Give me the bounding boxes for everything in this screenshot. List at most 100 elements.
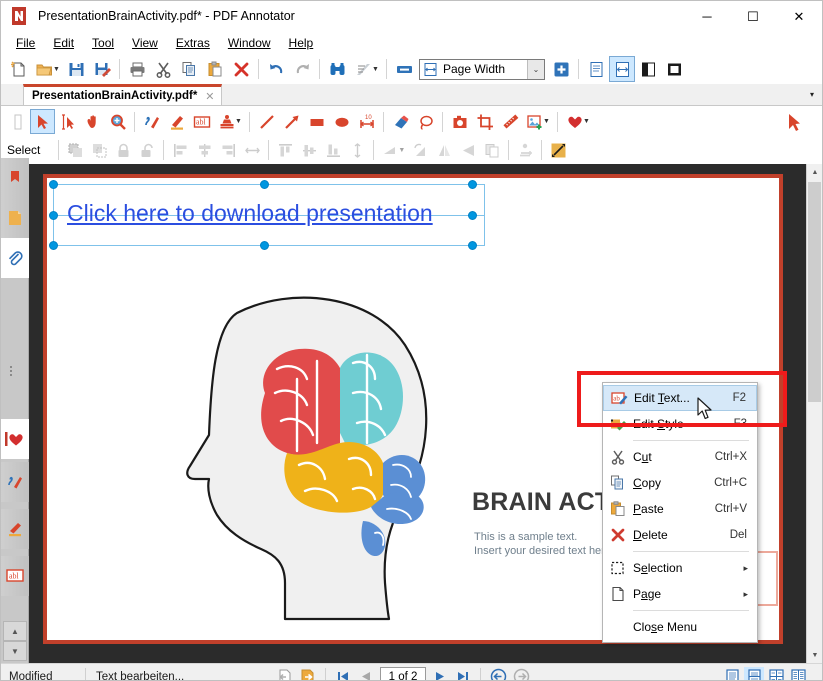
sidebar-tab-textbox[interactable]: abl xyxy=(1,556,29,596)
distribute-horizontal-icon[interactable] xyxy=(240,139,264,162)
context-menu[interactable]: ab Edit Text... F2 xyxy=(602,382,758,643)
flip-rotate-icon[interactable] xyxy=(408,139,432,162)
sidebar-tab-pen[interactable] xyxy=(1,462,29,502)
context-menu-item-copy[interactable]: Copy Ctrl+C xyxy=(603,470,757,496)
view-continuous-icon[interactable] xyxy=(722,667,742,681)
redo-icon[interactable] xyxy=(289,56,315,82)
last-page-icon[interactable] xyxy=(451,667,474,681)
minimize-button[interactable]: ─ xyxy=(684,1,730,32)
align-left-icon[interactable] xyxy=(168,139,192,162)
sidebar-tab-pages[interactable] xyxy=(1,198,29,238)
text-box-tool[interactable]: abl xyxy=(189,109,214,134)
maximize-button[interactable]: ☐ xyxy=(730,1,776,32)
view-grid-icon[interactable] xyxy=(788,667,808,681)
menu-help[interactable]: Help xyxy=(280,33,323,53)
align-middle-vertical-icon[interactable] xyxy=(297,139,321,162)
favorites-heart-tool[interactable] xyxy=(562,109,587,134)
undo-icon[interactable] xyxy=(263,56,289,82)
delete-x-icon[interactable] xyxy=(228,56,254,82)
scrollbar-thumb[interactable] xyxy=(808,182,821,402)
presentation-view-icon[interactable] xyxy=(661,56,687,82)
context-menu-item-cut[interactable]: Cut Ctrl+X xyxy=(603,444,757,470)
hand-pan-tool[interactable] xyxy=(80,109,105,134)
canvas-vertical-scrollbar[interactable]: ▲ ▼ xyxy=(806,164,822,663)
sidebar-tab-attachments[interactable] xyxy=(1,238,29,278)
overflow-arrow-icon[interactable] xyxy=(781,109,806,134)
align-top-icon[interactable] xyxy=(273,139,297,162)
view-facing-icon[interactable] xyxy=(766,667,786,681)
insert-image-tool[interactable] xyxy=(522,109,547,134)
zoom-out-icon[interactable] xyxy=(391,56,417,82)
scroll-up-arrow-icon[interactable]: ▲ xyxy=(807,164,823,180)
context-menu-item-page[interactable]: Page ▸ xyxy=(603,581,757,607)
select-arrow-tool[interactable] xyxy=(30,109,55,134)
line-tool[interactable] xyxy=(254,109,279,134)
menu-window[interactable]: Window xyxy=(219,33,280,53)
document-canvas[interactable]: Click here to download presentation xyxy=(29,164,806,663)
align-right-icon[interactable] xyxy=(216,139,240,162)
sidebar-tab-highlighter[interactable] xyxy=(1,509,29,549)
pen-freehand-tool[interactable] xyxy=(139,109,164,134)
full-screen-view-icon[interactable] xyxy=(635,56,661,82)
flip-vertical-icon[interactable] xyxy=(456,139,480,162)
sidebar-scroll-up-button[interactable]: ▲ xyxy=(3,621,27,641)
open-folder-icon[interactable] xyxy=(31,56,57,82)
context-menu-item-selection[interactable]: Selection ▸ xyxy=(603,555,757,581)
sidebar-tab-bookmarks[interactable] xyxy=(1,158,29,198)
snapshot-camera-tool[interactable] xyxy=(447,109,472,134)
zoom-in-plus-icon[interactable] xyxy=(548,56,574,82)
next-page-icon[interactable] xyxy=(428,667,451,681)
rectangle-tool[interactable] xyxy=(304,109,329,134)
fit-width-view-icon[interactable] xyxy=(609,56,635,82)
context-menu-item-delete[interactable]: Delete Del xyxy=(603,522,757,548)
menu-file[interactable]: File xyxy=(7,33,44,53)
sidebar-scroll-down-button[interactable]: ▼ xyxy=(3,641,27,661)
page-number-field[interactable]: 1 of 2 xyxy=(380,667,426,681)
group-icon[interactable] xyxy=(513,139,537,162)
menu-extras[interactable]: Extras xyxy=(167,33,219,53)
zoom-level-combobox[interactable]: Page Width ⌄ xyxy=(419,59,545,80)
single-page-view-icon[interactable] xyxy=(583,56,609,82)
align-center-horizontal-icon[interactable] xyxy=(192,139,216,162)
previous-page-icon[interactable] xyxy=(355,667,378,681)
context-menu-item-edit-style[interactable]: Edit Style F3 xyxy=(603,411,757,437)
sidebar-grip-handle[interactable] xyxy=(10,364,20,378)
stamp-tool[interactable] xyxy=(214,109,239,134)
crop-tool[interactable] xyxy=(472,109,497,134)
align-bottom-icon[interactable] xyxy=(321,139,345,162)
document-tab-close-icon[interactable]: ✕ xyxy=(205,90,214,103)
context-menu-item-paste[interactable]: Paste Ctrl+V xyxy=(603,496,757,522)
flip-horizontal-icon[interactable] xyxy=(432,139,456,162)
eraser-tool[interactable] xyxy=(388,109,413,134)
context-menu-item-close-menu[interactable]: Close Menu xyxy=(603,614,757,640)
hyperlink-text[interactable]: Click here to download presentation xyxy=(67,200,433,227)
ruler-tool[interactable] xyxy=(497,109,522,134)
cut-scissors-icon[interactable] xyxy=(150,56,176,82)
menu-view[interactable]: View xyxy=(123,33,167,53)
sidebar-tab-favorites[interactable] xyxy=(1,419,29,459)
lock-icon[interactable] xyxy=(111,139,135,162)
magnifier-zoom-tool[interactable] xyxy=(105,109,130,134)
measure-tool[interactable]: 10 xyxy=(354,109,379,134)
paste-icon[interactable] xyxy=(202,56,228,82)
save-as-icon[interactable] xyxy=(89,56,115,82)
new-document-icon[interactable] xyxy=(5,56,31,82)
save-icon[interactable] xyxy=(63,56,89,82)
deselect-icon[interactable] xyxy=(87,139,111,162)
highlighter-tool[interactable] xyxy=(164,109,189,134)
previous-document-icon[interactable] xyxy=(273,667,296,681)
resize-diagonal-icon[interactable] xyxy=(546,139,570,162)
scroll-down-arrow-icon[interactable]: ▼ xyxy=(807,647,823,663)
find-binoculars-icon[interactable] xyxy=(324,56,350,82)
zoom-dropdown-arrow-icon[interactable]: ⌄ xyxy=(527,60,544,79)
ellipse-tool[interactable] xyxy=(329,109,354,134)
unlock-icon[interactable] xyxy=(135,139,159,162)
arrow-tool[interactable] xyxy=(279,109,304,134)
duplicate-icon[interactable] xyxy=(480,139,504,162)
rotate-dropdown-caret[interactable]: ▼ xyxy=(398,147,406,154)
tab-overflow-caret-icon[interactable]: ▾ xyxy=(804,86,820,103)
document-tab[interactable]: PresentationBrainActivity.pdf* ✕ xyxy=(23,84,222,105)
print-icon[interactable] xyxy=(124,56,150,82)
first-page-icon[interactable] xyxy=(332,667,355,681)
lasso-tool[interactable] xyxy=(413,109,438,134)
